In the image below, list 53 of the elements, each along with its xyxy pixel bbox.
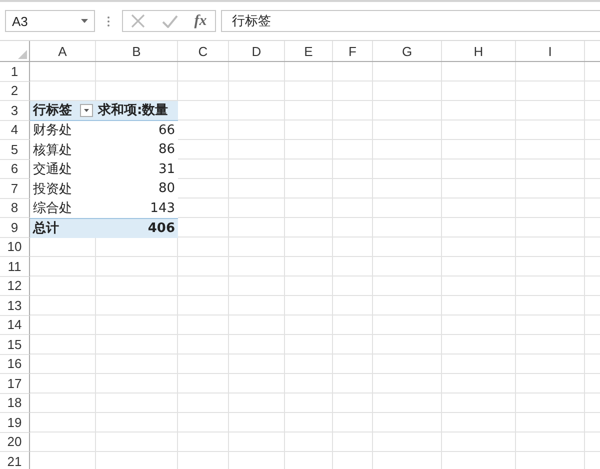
column-header[interactable]: F	[333, 41, 373, 61]
row-header[interactable]: 19	[0, 413, 30, 432]
column-header[interactable]: H	[442, 41, 516, 61]
check-icon[interactable]	[162, 14, 178, 28]
column-header[interactable]: E	[285, 41, 333, 61]
column-header[interactable]: D	[229, 41, 285, 61]
row-header[interactable]: 3	[0, 101, 30, 120]
row-header[interactable]: 9	[0, 218, 30, 238]
name-box[interactable]: A3	[5, 10, 95, 32]
row-header[interactable]: 1	[0, 62, 30, 82]
table-cell: 86	[96, 140, 178, 160]
table-cell: 31	[96, 160, 178, 179]
select-all-icon[interactable]	[18, 50, 27, 59]
table-cell: 求和项:数量	[96, 101, 178, 120]
formula-field[interactable]: 行标签	[221, 10, 600, 32]
grip-icon	[107, 16, 110, 26]
table-cell: 交通处	[30, 160, 96, 179]
row-header[interactable]: 12	[0, 276, 30, 296]
row-header[interactable]: 8	[0, 198, 30, 218]
header-label: 行标签	[33, 102, 72, 120]
row-header[interactable]: 16	[0, 354, 30, 374]
row-header[interactable]: 15	[0, 335, 30, 354]
table-cell: 66	[96, 120, 178, 140]
row-header[interactable]: 18	[0, 394, 30, 413]
row-header[interactable]: 17	[0, 374, 30, 394]
column-header[interactable]: C	[178, 41, 229, 61]
header-cell[interactable]: 行标签	[30, 101, 96, 120]
cancel-icon[interactable]	[131, 14, 146, 28]
row-header[interactable]: 13	[0, 296, 30, 316]
table-cell: 投资处	[30, 179, 96, 198]
row-header[interactable]: 11	[0, 257, 30, 276]
table-cell: 核算处	[30, 140, 96, 160]
table-cell: 财务处	[30, 120, 96, 140]
insert-function-button[interactable]: fx	[194, 12, 207, 30]
column-header[interactable]: B	[96, 41, 178, 61]
table-cell: 406	[96, 218, 178, 238]
row-header[interactable]: 2	[0, 82, 30, 101]
column-header[interactable]: I	[516, 41, 585, 61]
row-header[interactable]: 14	[0, 316, 30, 335]
row-header[interactable]: 6	[0, 160, 30, 179]
row-header[interactable]: 4	[0, 120, 30, 140]
row-header[interactable]: 20	[0, 432, 30, 452]
table-cell: 143	[96, 198, 178, 218]
table-cell: 80	[96, 179, 178, 198]
table-cell: 综合处	[30, 198, 96, 218]
caret-icon	[81, 19, 88, 23]
column-header[interactable]: G	[373, 41, 442, 61]
row-header[interactable]: 5	[0, 140, 30, 160]
row-header[interactable]: 7	[0, 179, 30, 198]
table-cell: 总计	[30, 218, 96, 238]
column-header[interactable]: A	[30, 41, 96, 61]
row-header[interactable]: 10	[0, 238, 30, 257]
filter-dropdown-icon[interactable]	[80, 104, 93, 117]
